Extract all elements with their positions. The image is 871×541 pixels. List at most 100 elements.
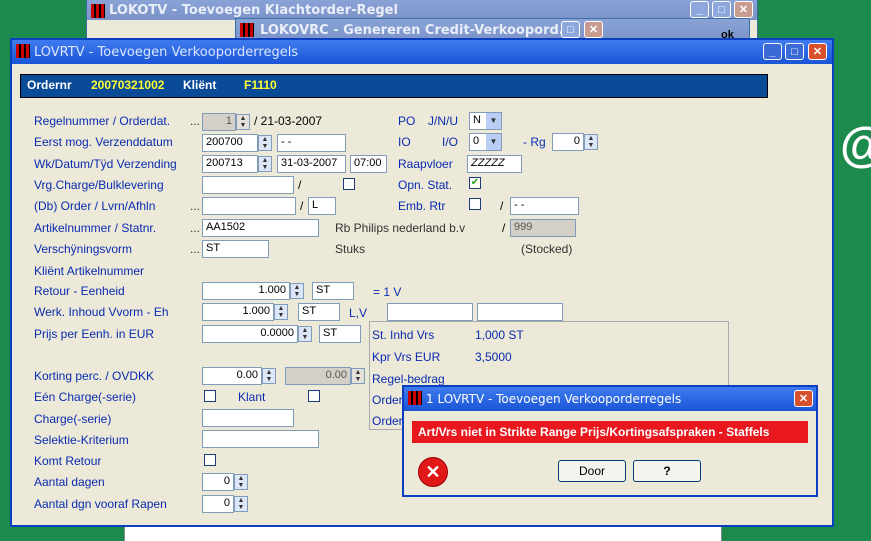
chevron-down-icon: ▼: [486, 113, 501, 129]
wk-spinner[interactable]: ▲ ▼: [258, 156, 272, 172]
opn-stat-label: Opn. Stat.: [398, 178, 453, 192]
aantal-dgn-rapen-field[interactable]: 0: [202, 495, 234, 513]
lookup-dots[interactable]: ...: [190, 221, 200, 235]
aantal-dgn-rapen-spinner[interactable]: ▲ ▼: [234, 496, 248, 512]
selektie-label: Selektie-Kriterium: [34, 433, 129, 447]
po-select-value: N: [473, 114, 481, 126]
datum-field[interactable]: 31-03-2007: [277, 155, 346, 173]
order-header-bar: Ordernr 20070321002 Kliënt F1110: [20, 74, 768, 98]
regelnummer-spinner[interactable]: ▲ ▼: [236, 114, 250, 130]
prijs-spinner[interactable]: ▲ ▼: [298, 326, 312, 342]
maximize-button[interactable]: □: [561, 21, 580, 38]
lvrn-afhln-field[interactable]: L: [308, 197, 336, 215]
raapvloer-field[interactable]: ZZZZZ: [467, 155, 522, 173]
maximize-button[interactable]: □: [712, 1, 731, 18]
error-dialog: 1 LOVRTV - Toevoegen Verkooporderregels …: [402, 385, 818, 497]
bulklevering-checkbox[interactable]: [343, 178, 355, 190]
komt-retour-checkbox[interactable]: [204, 454, 216, 466]
rg-field[interactable]: 0: [552, 133, 584, 151]
orderdat-value: / 21-03-2007: [254, 114, 323, 128]
artikelnummer-field[interactable]: AA1502: [202, 219, 319, 237]
slash-separator: /: [300, 199, 304, 213]
close-button[interactable]: ✕: [808, 43, 827, 60]
aantal-dgn-rapen-label: Aantal dgn vooraf Rapen: [34, 497, 167, 511]
close-button[interactable]: ✕: [734, 1, 753, 18]
regelbedrag-label: Regel-bedrag: [372, 372, 445, 386]
retour-spinner[interactable]: ▲ ▼: [290, 283, 304, 299]
slash-separator: /: [502, 221, 506, 235]
opn-stat-checkbox[interactable]: ✔: [469, 177, 481, 189]
emb-rtr-date-field[interactable]: - -: [510, 197, 579, 215]
st-inhd-label: St. Inhd Vrs: [372, 328, 435, 342]
eerst-mog-spinner[interactable]: ▲ ▼: [258, 135, 272, 151]
window-title: LOVRTV - Toevoegen Verkooporderregels: [34, 44, 299, 60]
close-button[interactable]: ✕: [584, 21, 603, 38]
werk-inhoud-spinner[interactable]: ▲ ▼: [274, 304, 288, 320]
klant-label: Klant: [238, 390, 266, 404]
charge-serie-field[interactable]: [202, 409, 294, 427]
selektie-field[interactable]: [202, 430, 319, 448]
korting-field[interactable]: 0.00: [202, 367, 262, 385]
kpr-vrs-value: 3,5000: [475, 350, 512, 364]
background-table: [124, 527, 722, 541]
dialog-title: 1 LOVRTV - Toevoegen Verkooporderregels: [426, 392, 682, 406]
app-icon: [408, 391, 422, 405]
retour-eenheid-label: Retour - Eenheid: [34, 284, 125, 298]
wk-field[interactable]: 200713: [202, 155, 258, 173]
app-icon: [91, 4, 105, 18]
verschijningsvorm-field[interactable]: ST: [202, 240, 269, 258]
maximize-button[interactable]: □: [785, 43, 804, 60]
lookup-dots[interactable]: ...: [190, 242, 200, 256]
door-button[interactable]: Door: [558, 460, 626, 482]
klient-label: Kliënt: [183, 78, 217, 92]
prijs-label: Prijs per Eenh. in EUR: [34, 327, 155, 341]
prijs-field[interactable]: 0.0000: [202, 325, 298, 343]
minimize-button[interactable]: _: [763, 43, 782, 60]
kpr-vrs-label: Kpr Vrs EUR: [372, 350, 441, 364]
po-select[interactable]: N ▼: [469, 112, 502, 130]
lookup-dots[interactable]: ...: [190, 114, 200, 128]
stuks-label: Stuks: [335, 242, 366, 256]
retour-eh-field[interactable]: ST: [312, 282, 354, 300]
prijs-eh-field[interactable]: ST: [319, 325, 361, 343]
aantal-dagen-spinner[interactable]: ▲ ▼: [234, 474, 248, 490]
werk-inhoud-field[interactable]: 1.000: [202, 303, 274, 321]
vrg-charge-field[interactable]: [202, 176, 294, 194]
klant-checkbox[interactable]: [308, 390, 320, 402]
een-charge-label: Eén Charge(-serie): [34, 390, 137, 404]
ovdkk-field: 0.00: [285, 367, 351, 385]
window-title: LOKOTV - Toevoegen Klachtorder-Regel: [109, 2, 398, 18]
werk-eh-field[interactable]: ST: [298, 303, 340, 321]
minimize-button[interactable]: _: [690, 1, 709, 18]
db-order-field[interactable]: [202, 197, 296, 215]
emb-rtr-checkbox[interactable]: [469, 198, 481, 210]
db-order-label: (Db) Order / Lvrn/Afhln: [34, 199, 156, 213]
slash-separator: /: [298, 178, 302, 192]
rg-label: - Rg: [523, 135, 546, 149]
ordernr-label: Ordernr: [27, 78, 72, 92]
rb-philips-label: Rb Philips nederland b.v: [335, 221, 466, 235]
eerst-mog-date-field[interactable]: - -: [277, 134, 346, 152]
io-select[interactable]: 0 ▼: [469, 133, 502, 151]
aantal-dagen-field[interactable]: 0: [202, 473, 234, 491]
eerst-mog-field[interactable]: 200700: [202, 134, 258, 152]
close-button[interactable]: ✕: [794, 390, 813, 407]
jnu-label: J/N/U: [428, 114, 458, 128]
lv-field-1[interactable]: [387, 303, 473, 321]
regelnummer-field[interactable]: 1: [202, 113, 236, 131]
background-logo: @: [840, 118, 871, 173]
retour-field[interactable]: 1.000: [202, 282, 290, 300]
werk-inhoud-label: Werk. Inhoud Vvorm - Eh: [34, 305, 169, 319]
po-label: PO: [398, 114, 416, 128]
korting-label: Korting perc. / OVDKK: [34, 369, 155, 383]
order-label-2: Order: [372, 414, 403, 428]
lookup-dots[interactable]: ...: [190, 199, 200, 213]
regelnummer-label: Regelnummer / Orderdat.: [34, 114, 171, 128]
een-charge-checkbox[interactable]: [204, 390, 216, 402]
lv-field-2[interactable]: [477, 303, 563, 321]
tijd-field[interactable]: 07:00: [350, 155, 387, 173]
korting-spinner[interactable]: ▲ ▼: [262, 368, 276, 384]
st-inhd-value: 1,000 ST: [475, 328, 524, 342]
rg-spinner[interactable]: ▲ ▼: [584, 134, 598, 150]
help-button[interactable]: ?: [633, 460, 701, 482]
